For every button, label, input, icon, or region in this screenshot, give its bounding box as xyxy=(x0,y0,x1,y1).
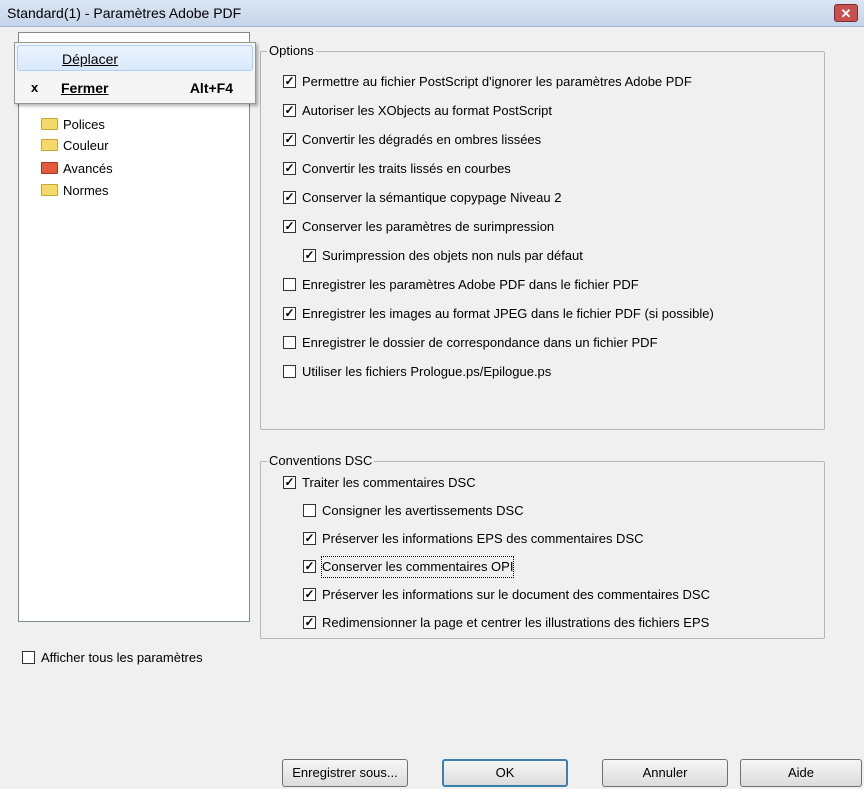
checkbox-label: Utiliser les fichiers Prologue.ps/Epilog… xyxy=(302,364,552,379)
cancel-button[interactable]: Annuler xyxy=(602,759,728,787)
close-icon: ✕ xyxy=(840,6,852,21)
folder-open-icon xyxy=(41,162,58,174)
menu-item-label: Fermer xyxy=(61,80,109,96)
save-as-button[interactable]: Enregistrer sous... xyxy=(282,759,408,787)
close-x-icon: x xyxy=(31,80,39,95)
checkmark-icon[interactable]: ✓ xyxy=(283,75,296,88)
checkmark-icon[interactable]: ✓ xyxy=(283,133,296,146)
title-bar[interactable]: Standard(1) - Paramètres Adobe PDF ✕ xyxy=(0,0,864,27)
checkbox-label: Conserver les paramètres de surimpressio… xyxy=(302,219,555,234)
checkmark-icon[interactable]: ✓ xyxy=(303,249,316,262)
checkbox-label: Afficher tous les paramètres xyxy=(41,650,203,665)
checkmark-icon[interactable]: ✓ xyxy=(283,191,296,204)
menu-item-shortcut: Alt+F4 xyxy=(189,80,233,96)
menu-item-label: Déplacer xyxy=(62,51,119,67)
folder-icon xyxy=(41,118,58,130)
checkbox-label: Redimensionner la page et centrer les il… xyxy=(322,615,710,630)
tree-item-avances[interactable]: Avancés xyxy=(41,160,113,178)
window-title: Standard(1) - Paramètres Adobe PDF xyxy=(7,5,242,21)
checkbox-label: Conserver la sémantique copypage Niveau … xyxy=(302,190,562,205)
checkmark-icon[interactable]: ✓ xyxy=(303,616,316,629)
tree-item-label: Avancés xyxy=(63,161,113,176)
checkbox-box[interactable] xyxy=(303,504,316,517)
checkbox-label: Préserver les informations EPS des comme… xyxy=(322,531,644,546)
checkbox-box[interactable] xyxy=(283,365,296,378)
checkbox-label: Enregistrer les paramètres Adobe PDF dan… xyxy=(302,277,639,292)
checkmark-icon[interactable]: ✓ xyxy=(283,162,296,175)
checkbox-box[interactable] xyxy=(283,336,296,349)
checkbox-box[interactable] xyxy=(22,651,35,664)
group-title: Options xyxy=(267,43,316,59)
checkmark-icon[interactable]: ✓ xyxy=(283,104,296,117)
ok-button[interactable]: OK xyxy=(442,759,568,787)
tree-item-polices[interactable]: Polices xyxy=(41,116,105,134)
folder-icon xyxy=(41,139,58,151)
help-button[interactable]: Aide xyxy=(740,759,862,787)
checkmark-icon[interactable]: ✓ xyxy=(283,307,296,320)
checkmark-icon[interactable]: ✓ xyxy=(303,532,316,545)
menu-item-move[interactable]: Déplacer xyxy=(17,45,253,71)
checkbox-label: Enregistrer le dossier de correspondance… xyxy=(302,335,658,350)
close-button[interactable]: ✕ xyxy=(834,4,858,22)
tree-item-label: Polices xyxy=(63,117,105,132)
checkbox-label: Convertir les dégradés en ombres lissées xyxy=(302,132,542,147)
checkbox-label: Enregistrer les images au format JPEG da… xyxy=(302,306,714,321)
checkbox-label: Préserver les informations sur le docume… xyxy=(322,587,710,602)
checkbox-label: Conserver les commentaires OPI xyxy=(320,556,515,578)
checkmark-icon[interactable]: ✓ xyxy=(283,476,296,489)
checkmark-icon[interactable]: ✓ xyxy=(303,560,316,573)
tree-item-label: Couleur xyxy=(63,138,109,153)
checkbox-label: Consigner les avertissements DSC xyxy=(322,503,524,518)
checkbox-label: Surimpression des objets non nuls par dé… xyxy=(322,248,583,263)
tree-item-label: Normes xyxy=(63,183,109,198)
settings-tree[interactable]: Polices Couleur Avancés Normes xyxy=(18,32,250,622)
checkbox-label: Autoriser les XObjects au format PostScr… xyxy=(302,103,552,118)
group-title: Conventions DSC xyxy=(267,453,375,469)
menu-item-close[interactable]: x Fermer Alt+F4 xyxy=(17,75,253,101)
tree-item-normes[interactable]: Normes xyxy=(41,182,109,200)
system-menu: Déplacer x Fermer Alt+F4 xyxy=(14,42,256,104)
checkmark-icon[interactable]: ✓ xyxy=(283,220,296,233)
checkbox-label: Convertir les traits lissés en courbes xyxy=(302,161,511,176)
checkmark-icon[interactable]: ✓ xyxy=(303,588,316,601)
checkbox-box[interactable] xyxy=(283,278,296,291)
folder-icon xyxy=(41,184,58,196)
checkbox-label: Traiter les commentaires DSC xyxy=(302,475,476,490)
checkbox-label: Permettre au fichier PostScript d'ignore… xyxy=(302,74,692,89)
tree-item-couleur[interactable]: Couleur xyxy=(41,137,109,155)
